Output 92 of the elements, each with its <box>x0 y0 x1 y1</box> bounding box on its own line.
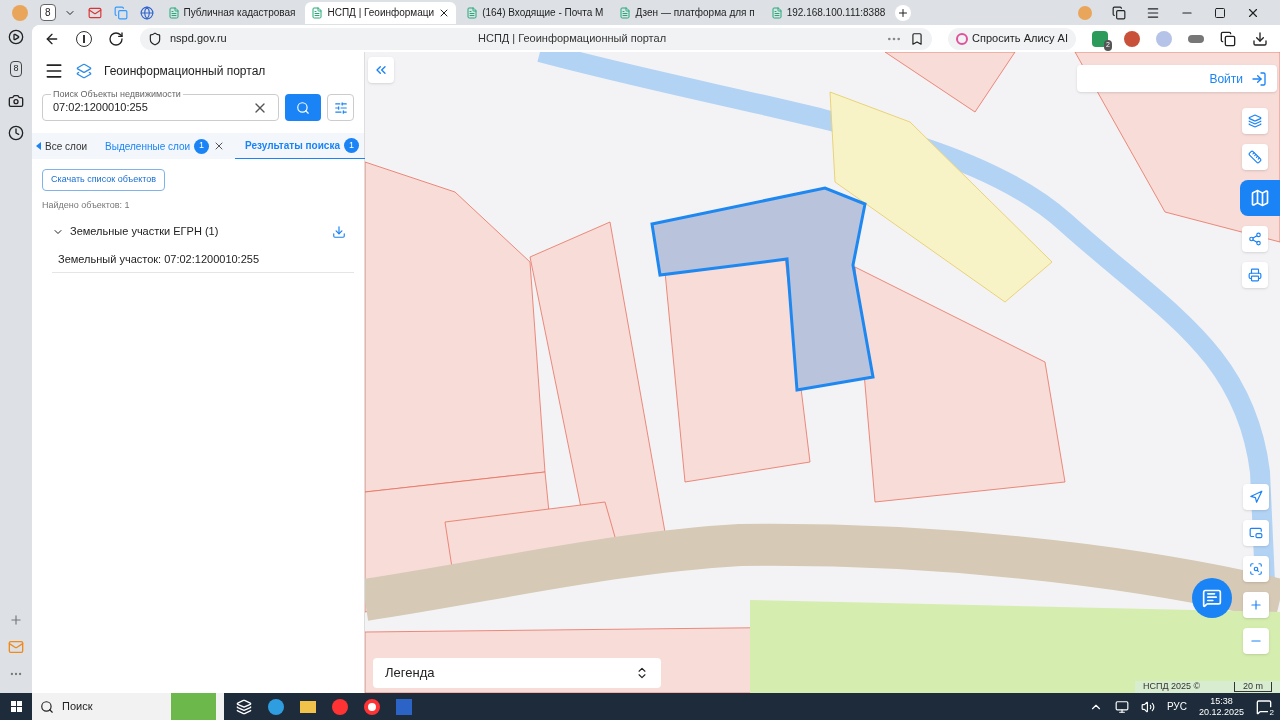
copy-icon[interactable] <box>113 5 128 20</box>
new-tab-icon[interactable] <box>895 4 912 21</box>
panel-tab[interactable]: Результаты поиска <box>245 138 340 153</box>
download-list-button[interactable]: Скачать список объектов <box>42 169 166 191</box>
task-view-icon[interactable] <box>236 698 252 715</box>
share-button[interactable] <box>1241 226 1268 252</box>
collections-icon[interactable] <box>1112 5 1126 20</box>
search-area-button[interactable] <box>1243 556 1269 582</box>
menu-icon[interactable] <box>44 61 64 81</box>
locate-button[interactable] <box>1243 484 1269 510</box>
filter-icon <box>333 100 348 115</box>
clock-date: 20.12.2025 <box>1198 706 1244 718</box>
map-icon <box>1250 188 1270 208</box>
page-icon <box>619 6 632 19</box>
address-bar[interactable]: nspd.gov.ru НСПД | Геоинформационный портал <box>140 27 933 50</box>
layers-icon <box>1247 114 1262 128</box>
result-item[interactable]: Земельный участок: 07:02:1200010:255 <box>52 246 354 273</box>
shield-icon <box>148 31 162 46</box>
grass-picture <box>171 693 216 720</box>
zoom-in-button[interactable] <box>1243 592 1269 618</box>
search-icon <box>296 100 310 115</box>
volume-icon[interactable] <box>1140 699 1155 714</box>
search-label: Поиск Объекты недвижимости <box>51 88 183 102</box>
page-icon <box>466 6 479 19</box>
page-icon <box>311 6 324 19</box>
group-title: Земельные участки ЕГРН (1) <box>70 224 220 240</box>
alice-icon <box>956 32 969 45</box>
layers-button[interactable] <box>1241 108 1268 134</box>
tab-title: (164) Входящие - Почта M <box>482 6 604 20</box>
tab-title: 192.168.100.111:8388 <box>786 6 886 20</box>
portal-title: Геоинформационный портал <box>104 63 266 80</box>
play-icon[interactable] <box>8 29 24 45</box>
clock-time: 15:38 <box>1210 695 1233 707</box>
extension-icon[interactable] <box>1188 34 1204 43</box>
globe-icon[interactable] <box>139 5 154 20</box>
ruler-icon <box>1247 150 1262 164</box>
print-button[interactable] <box>1241 262 1268 288</box>
browser-tab[interactable]: (164) Входящие - Почта M <box>460 1 610 24</box>
sidebar-counter[interactable]: 8 <box>10 61 22 77</box>
login-icon[interactable] <box>1251 70 1267 87</box>
panel-tab[interactable]: Все слои <box>45 138 88 154</box>
language-indicator[interactable]: РУС <box>1166 699 1187 714</box>
url-text: nspd.gov.ru <box>170 31 228 47</box>
collapse-panel-button[interactable] <box>368 57 394 83</box>
minimap-icon <box>1249 526 1263 540</box>
extension-icon[interactable] <box>1124 30 1140 47</box>
found-count: Найдено объектов: 1 <box>42 199 130 212</box>
scale-bar: 20 m <box>1234 682 1272 692</box>
reload-icon[interactable] <box>108 30 124 47</box>
printer-icon <box>1247 268 1262 282</box>
minimap-button[interactable] <box>1243 520 1269 546</box>
download-icon[interactable] <box>1252 30 1268 47</box>
folder-icon[interactable] <box>300 700 316 713</box>
panel-tab[interactable]: Выделенные слои <box>105 138 191 154</box>
locate-icon <box>1249 490 1263 504</box>
portal-logo-icon <box>76 63 92 79</box>
zoom-in-icon <box>1249 598 1263 612</box>
page-icon <box>770 6 783 19</box>
taskbar-search-field[interactable]: Поиск <box>32 693 224 720</box>
caret-icon <box>36 142 41 150</box>
tab-title: Дзен — платформа для п <box>635 6 755 20</box>
tab-count[interactable]: 8 <box>40 4 56 21</box>
tab-title: Публичная кадастровая <box>183 6 296 20</box>
sidebar-icon[interactable] <box>1220 30 1236 47</box>
filter-button[interactable] <box>327 94 354 121</box>
mail-icon[interactable] <box>87 5 102 20</box>
browser-tab[interactable]: Дзен — платформа для п <box>613 1 761 24</box>
legend-dropdown[interactable]: Легенда <box>373 658 661 688</box>
count-badge: 1 <box>194 138 210 154</box>
browser-tab[interactable]: НСПД | Геоинформаци <box>305 1 457 24</box>
map-tool-button[interactable] <box>1240 180 1280 216</box>
alice-button[interactable]: Спросить Алису AI <box>948 27 1076 50</box>
login-link[interactable]: Войти <box>1209 69 1243 88</box>
menu-icon[interactable] <box>1146 5 1160 20</box>
page-icon <box>167 6 180 19</box>
browser-tab[interactable]: 192.168.100.111:8388 <box>764 1 892 24</box>
page-title: НСПД | Геоинформационный портал <box>478 31 668 47</box>
search-area-icon <box>1249 562 1263 576</box>
search-icon <box>40 699 54 714</box>
ruler-button[interactable] <box>1241 144 1268 170</box>
count-badge: 1 <box>343 138 359 153</box>
maximize-icon[interactable] <box>1214 6 1226 19</box>
bookmark-icon[interactable] <box>910 31 925 46</box>
tab-title: НСПД | Геоинформаци <box>327 6 435 20</box>
share-icon <box>1247 232 1262 246</box>
browser-tab[interactable]: Публичная кадастровая <box>161 1 302 24</box>
attribution-text: НСПД 2025 © <box>1143 680 1201 693</box>
network-icon[interactable] <box>1114 699 1129 714</box>
history-icon[interactable] <box>8 124 24 141</box>
chat-icon <box>1202 588 1222 608</box>
search-button[interactable] <box>285 94 321 121</box>
screenshot-icon[interactable] <box>8 92 24 109</box>
